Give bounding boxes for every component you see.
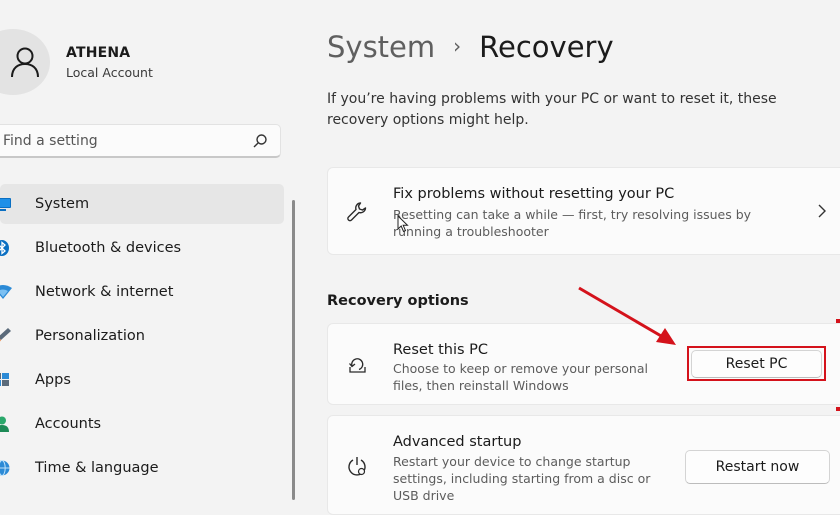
avatar[interactable] <box>0 29 50 95</box>
page-title: Recovery <box>479 30 614 64</box>
sidebar-nav: System Bluetooth & devices Network & int… <box>0 184 284 492</box>
globe-icon <box>0 460 10 476</box>
sidebar-item-label: System <box>35 196 90 212</box>
sidebar-item-network[interactable]: Network & internet <box>0 272 284 312</box>
reset-pc-title: Reset this PC <box>393 342 489 358</box>
annotation-arrow-icon <box>578 286 676 345</box>
section-title-recovery-options: Recovery options <box>327 293 469 309</box>
search-icon[interactable] <box>252 133 268 149</box>
sidebar-item-label: Accounts <box>35 416 102 432</box>
chevron-right-icon[interactable] <box>817 204 827 218</box>
highlight-box <box>687 346 826 381</box>
fix-problems-subtitle: Resetting can take a while — first, try … <box>393 207 752 239</box>
sidebar-item-accounts[interactable]: Accounts <box>0 404 284 444</box>
wrench-icon <box>347 202 367 222</box>
search-box[interactable] <box>0 124 281 158</box>
advanced-startup-icon <box>348 457 366 476</box>
sidebar-item-label: Network & internet <box>35 284 174 300</box>
system-icon <box>0 198 11 211</box>
sidebar-scrollbar[interactable] <box>292 200 295 500</box>
sidebar-item-system[interactable]: System <box>0 184 284 224</box>
restart-now-button[interactable]: Restart now <box>685 450 830 484</box>
page-description: If you’re having problems with your PC o… <box>327 91 777 128</box>
reset-pc-subtitle: Choose to keep or remove your personal f… <box>393 361 648 393</box>
reset-icon <box>349 358 366 373</box>
brush-icon <box>0 328 11 342</box>
breadcrumb-parent[interactable]: System <box>327 30 435 64</box>
breadcrumb-separator: › <box>453 34 462 58</box>
search-input[interactable] <box>0 131 252 150</box>
account-type: Local Account <box>66 65 153 80</box>
sidebar-item-label: Time & language <box>35 460 159 476</box>
annotation-mark <box>836 407 840 411</box>
sidebar-item-apps[interactable]: Apps <box>0 360 284 400</box>
breadcrumb: System › Recovery <box>327 30 614 64</box>
apps-icon <box>0 373 9 386</box>
sidebar-item-label: Bluetooth & devices <box>35 240 182 256</box>
user-name: ATHENA <box>66 45 131 61</box>
sidebar-item-label: Apps <box>35 372 71 388</box>
advanced-startup-subtitle: Restart your device to change startup se… <box>393 454 651 503</box>
user-icon <box>11 47 39 78</box>
fix-problems-title: Fix problems without resetting your PC <box>393 186 675 202</box>
mouse-cursor-icon <box>397 215 409 233</box>
bluetooth-icon <box>0 240 9 256</box>
sidebar-item-personalization[interactable]: Personalization <box>0 316 284 356</box>
fix-problems-card[interactable]: Fix problems without resetting your PC R… <box>327 167 840 255</box>
sidebar-item-time-language[interactable]: Time & language <box>0 448 284 488</box>
accounts-icon <box>0 416 9 432</box>
network-icon <box>0 285 12 299</box>
sidebar-item-label: Personalization <box>35 328 145 344</box>
sidebar-item-bluetooth[interactable]: Bluetooth & devices <box>0 228 284 268</box>
annotation-mark <box>836 319 840 323</box>
advanced-startup-title: Advanced startup <box>393 434 522 450</box>
